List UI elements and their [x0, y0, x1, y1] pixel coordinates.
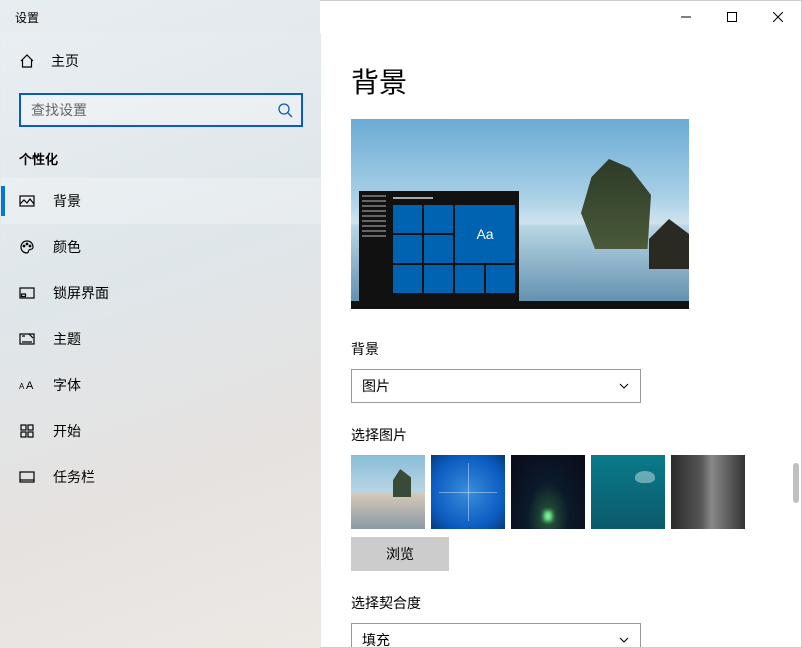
scrollbar-thumb[interactable] [793, 463, 799, 503]
nav-label: 任务栏 [53, 467, 95, 487]
thumbnail-1[interactable] [351, 455, 425, 529]
nav-label: 锁屏界面 [53, 283, 109, 303]
nav-themes[interactable]: 主题 [1, 316, 321, 362]
nav-label: 背景 [53, 191, 81, 211]
search-input-wrap[interactable] [19, 93, 303, 127]
maximize-button[interactable] [709, 1, 755, 33]
nav-taskbar[interactable]: 任务栏 [1, 454, 321, 500]
palette-icon [19, 239, 35, 255]
fit-dropdown-value: 填充 [362, 630, 390, 647]
taskbar-icon [19, 469, 35, 485]
content-pane: 背景 Aa [321, 33, 801, 647]
picture-icon [19, 193, 35, 209]
home-label: 主页 [51, 51, 79, 71]
svg-text:A: A [26, 380, 34, 392]
nav-list: 背景 颜色 锁屏界面 主题 AA 字体 [1, 178, 321, 500]
nav-background[interactable]: 背景 [1, 178, 321, 224]
nav-fonts[interactable]: AA 字体 [1, 362, 321, 408]
thumbnail-3[interactable] [511, 455, 585, 529]
thumbnail-2[interactable] [431, 455, 505, 529]
desktop-preview: Aa [351, 119, 689, 309]
chevron-down-icon [618, 380, 630, 392]
nav-colors[interactable]: 颜色 [1, 224, 321, 270]
preview-start-menu: Aa [359, 191, 519, 301]
nav-label: 字体 [53, 375, 81, 395]
window-title: 设置 [1, 9, 39, 26]
background-dropdown-value: 图片 [362, 376, 390, 396]
nav-lockscreen[interactable]: 锁屏界面 [1, 270, 321, 316]
search-input[interactable] [31, 102, 277, 118]
preview-aa-tile: Aa [455, 205, 515, 263]
search-icon [277, 102, 293, 118]
fit-label: 选择契合度 [351, 593, 771, 613]
sidebar: 主页 个性化 背景 颜色 锁屏界面 [1, 33, 321, 647]
thumbnail-5[interactable] [671, 455, 745, 529]
close-button[interactable] [755, 1, 801, 33]
choose-picture-label: 选择图片 [351, 425, 771, 445]
nav-start[interactable]: 开始 [1, 408, 321, 454]
background-label: 背景 [351, 339, 771, 359]
svg-text:A: A [19, 382, 25, 391]
page-title: 背景 [351, 61, 771, 101]
theme-icon [19, 331, 35, 347]
nav-label: 主题 [53, 329, 81, 349]
thumbnail-4[interactable] [591, 455, 665, 529]
fit-dropdown[interactable]: 填充 [351, 623, 641, 647]
titlebar: 设置 [1, 1, 801, 33]
nav-label: 开始 [53, 421, 81, 441]
background-dropdown[interactable]: 图片 [351, 369, 641, 403]
font-icon: AA [19, 377, 35, 393]
home-icon [19, 53, 35, 69]
section-title: 个性化 [1, 127, 321, 178]
picture-thumbnails [351, 455, 771, 529]
lock-screen-icon [19, 285, 35, 301]
minimize-button[interactable] [663, 1, 709, 33]
nav-label: 颜色 [53, 237, 81, 257]
chevron-down-icon [618, 634, 630, 646]
home-link[interactable]: 主页 [1, 41, 321, 81]
start-icon [19, 423, 35, 439]
browse-button[interactable]: 浏览 [351, 537, 449, 571]
